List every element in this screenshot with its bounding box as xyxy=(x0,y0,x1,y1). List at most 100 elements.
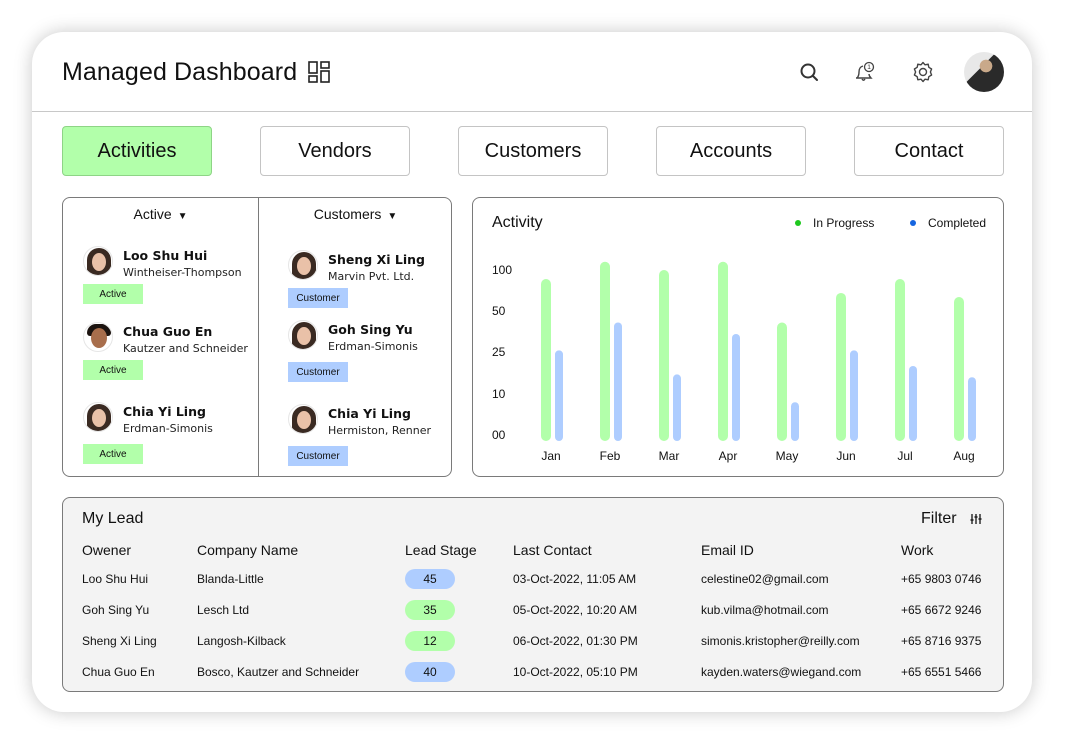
column-header-work: Work xyxy=(901,542,934,558)
search-icon[interactable] xyxy=(797,60,821,84)
bar-completed-mar[interactable] xyxy=(673,374,681,441)
owner-cell: Loo Shu Hui xyxy=(82,572,149,586)
last-contact-cell: 05-Oct-2022, 10:20 AM xyxy=(513,603,638,617)
email-cell: celestine02@gmail.com xyxy=(701,572,829,586)
y-tick-label: 10 xyxy=(492,387,506,401)
bar-in-progress-jul[interactable] xyxy=(895,279,905,441)
person-company: Erdman-Simonis xyxy=(328,340,418,353)
active-filter-label: Active xyxy=(133,206,172,222)
owner-cell: Goh Sing Yu xyxy=(82,603,150,617)
bar-in-progress-jan[interactable] xyxy=(541,279,551,441)
last-contact-cell: 06-Oct-2022, 01:30 PM xyxy=(513,634,638,648)
lead-title: My Lead xyxy=(82,510,144,527)
lead-stage-pill: 35 xyxy=(405,600,455,620)
bar-completed-jan[interactable] xyxy=(555,350,563,441)
notification-bell-icon[interactable]: 1 xyxy=(852,60,876,84)
tab-contact[interactable]: Contact xyxy=(854,126,1004,176)
bar-in-progress-jun[interactable] xyxy=(836,292,846,441)
bar-in-progress-mar[interactable] xyxy=(659,270,669,441)
bar-completed-jul[interactable] xyxy=(909,366,917,441)
person-name: Chua Guo En xyxy=(123,324,213,339)
lead-stage-pill: 12 xyxy=(405,631,455,651)
tab-customers[interactable]: Customers xyxy=(458,126,608,176)
company-cell: Lesch Ltd xyxy=(197,603,250,617)
person-card[interactable]: Goh Sing Yu Erdman-Simonis Customer xyxy=(268,320,463,390)
bar-completed-may[interactable] xyxy=(791,402,799,441)
avatar xyxy=(83,402,113,432)
customers-filter-dropdown[interactable]: Customers ▼ xyxy=(258,206,453,222)
user-avatar[interactable] xyxy=(964,52,1004,92)
avatar xyxy=(288,320,318,350)
bar-completed-apr[interactable] xyxy=(732,333,740,441)
table-row[interactable]: Chua Guo En Bosco, Kautzer and Schneider 4… xyxy=(63,662,1003,693)
email-cell: kub.vilma@hotmail.com xyxy=(701,603,829,617)
person-company: Kautzer and Schneider xyxy=(123,342,248,355)
company-cell: Bosco, Kautzer and Schneider xyxy=(197,665,360,679)
tab-accounts[interactable]: Accounts xyxy=(656,126,806,176)
work-phone-cell: +65 6672 9246 xyxy=(901,603,982,617)
x-tick-label: May xyxy=(776,449,799,463)
person-card[interactable]: Chua Guo En Kautzer and Schneider Active xyxy=(63,322,258,392)
avatar xyxy=(288,250,318,280)
avatar xyxy=(83,246,113,276)
bar-completed-aug[interactable] xyxy=(968,377,976,441)
y-tick-label: 50 xyxy=(492,304,506,318)
person-card[interactable]: Loo Shu Hui Wintheiser-Thompson Active xyxy=(63,246,258,316)
header: Managed Dashboard 1 xyxy=(32,32,1032,112)
x-tick-label: Aug xyxy=(953,449,974,463)
bar-in-progress-may[interactable] xyxy=(777,322,787,441)
company-cell: Langosh-Kilback xyxy=(197,634,286,648)
x-tick-label: Jun xyxy=(836,449,855,463)
bar-in-progress-apr[interactable] xyxy=(718,261,728,441)
column-header-last-contact: Last Contact xyxy=(513,542,592,558)
filter-label: Filter xyxy=(921,510,957,527)
work-phone-cell: +65 9803 0746 xyxy=(901,572,982,586)
table-row[interactable]: Loo Shu Hui Blanda-Little 45 03-Oct-2022, 1… xyxy=(63,569,1003,600)
tab-bar: Activities Vendors Customers Accounts Co… xyxy=(62,126,1004,176)
person-company: Wintheiser-Thompson xyxy=(123,266,242,279)
x-tick-label: Jan xyxy=(541,449,560,463)
y-tick-label: 25 xyxy=(492,345,506,359)
status-badge: Active xyxy=(83,284,143,304)
settings-gear-icon[interactable] xyxy=(911,60,935,84)
person-name: Sheng Xi Ling xyxy=(328,252,425,267)
last-contact-cell: 03-Oct-2022, 11:05 AM xyxy=(513,572,637,586)
person-name: Chia Yi Ling xyxy=(328,406,411,421)
tab-vendors[interactable]: Vendors xyxy=(260,126,410,176)
person-company: Hermiston, Renner xyxy=(328,424,432,437)
tab-activities[interactable]: Activities xyxy=(62,126,212,176)
dashboard-card: Managed Dashboard 1 Activities Vendors C… xyxy=(32,32,1032,712)
activity-bar-chart: 100 50 25 10 00 Jan Feb Mar Apr May Jun Jul Aug xyxy=(492,261,976,463)
column-header-email: Email ID xyxy=(701,542,754,558)
table-row[interactable]: Sheng Xi Ling Langosh-Kilback 12 06-Oct-202… xyxy=(63,631,1003,662)
person-card[interactable]: Sheng Xi Ling Marvin Pvt. Ltd. Customer xyxy=(268,250,463,320)
avatar xyxy=(288,404,318,434)
table-row[interactable]: Goh Sing Yu Lesch Ltd 35 05-Oct-2022, 10:20… xyxy=(63,600,1003,631)
person-card[interactable]: Chia Yi Ling Erdman-Simonis Active xyxy=(63,402,258,472)
column-header-company: Company Name xyxy=(197,542,299,558)
status-badge: Customer xyxy=(288,288,348,308)
bar-in-progress-feb[interactable] xyxy=(600,261,610,441)
avatar xyxy=(83,322,113,352)
bar-in-progress-aug[interactable] xyxy=(954,297,964,441)
x-tick-label: Mar xyxy=(659,449,680,463)
bar-completed-feb[interactable] xyxy=(614,322,622,441)
person-name: Chia Yi Ling xyxy=(123,404,206,419)
last-contact-cell: 10-Oct-2022, 05:10 PM xyxy=(513,665,638,679)
layout-grid-icon[interactable] xyxy=(308,61,330,83)
bar-completed-jun[interactable] xyxy=(850,350,858,441)
person-name: Goh Sing Yu xyxy=(328,322,413,337)
owner-cell: Chua Guo En xyxy=(82,665,155,679)
y-tick-label: 00 xyxy=(492,428,506,442)
person-company: Marvin Pvt. Ltd. xyxy=(328,270,415,283)
filter-button[interactable]: Filter xyxy=(921,510,983,528)
active-filter-dropdown[interactable]: Active ▼ xyxy=(63,206,258,222)
column-header-lead-stage: Lead Stage xyxy=(405,542,477,558)
person-card[interactable]: Chia Yi Ling Hermiston, Renner Customer xyxy=(268,404,463,474)
column-divider xyxy=(258,198,259,476)
email-cell: simonis.kristopher@reilly.com xyxy=(701,634,860,648)
caret-down-icon: ▼ xyxy=(177,211,188,222)
email-cell: kayden.waters@wiegand.com xyxy=(701,665,862,679)
person-company: Erdman-Simonis xyxy=(123,422,213,435)
active-column: Active ▼ Loo Shu Hui Wintheiser-Thompson … xyxy=(63,198,258,476)
